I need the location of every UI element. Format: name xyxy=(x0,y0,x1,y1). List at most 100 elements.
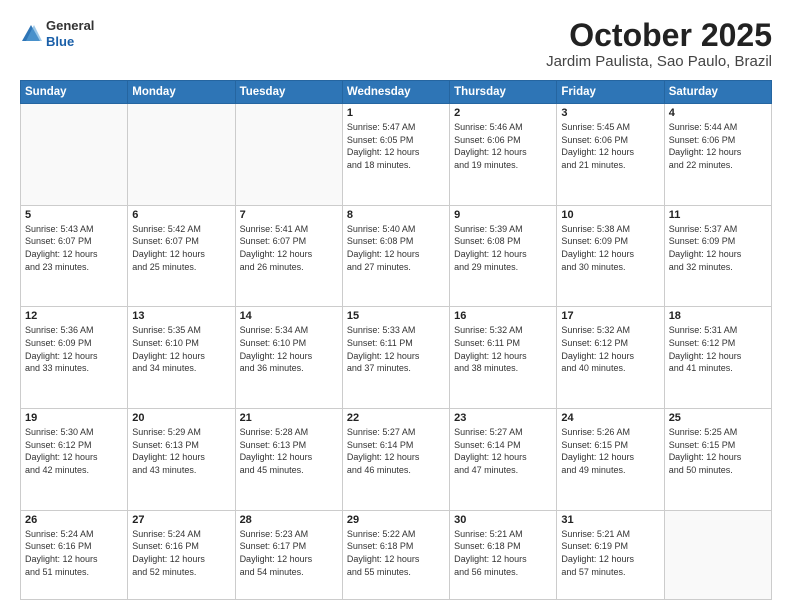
day-number: 24 xyxy=(561,412,659,424)
day-number: 16 xyxy=(454,310,552,322)
table-row: 6 Sunrise: 5:42 AM Sunset: 6:07 PM Daylig… xyxy=(128,205,235,307)
table-row: 10 Sunrise: 5:38 AM Sunset: 6:09 PM Dayli… xyxy=(557,205,664,307)
day-number: 31 xyxy=(561,514,659,526)
day-info: Sunrise: 5:33 AM Sunset: 6:11 PM Dayligh… xyxy=(347,324,445,374)
table-row: 28Sunrise: 5:23 AM Sunset: 6:17 PM Dayli… xyxy=(235,510,342,599)
title-section: October 2025 Jardim Paulista, Sao Paulo,… xyxy=(546,18,772,70)
day-number: 8 xyxy=(347,209,445,221)
table-row: 7 Sunrise: 5:41 AM Sunset: 6:07 PM Daylig… xyxy=(235,205,342,307)
day-info: Sunrise: 5:25 AM Sunset: 6:15 PM Dayligh… xyxy=(669,426,767,476)
day-info: Sunrise: 5:24 AM Sunset: 6:16 PM Dayligh… xyxy=(132,528,230,578)
weekday-saturday: Saturday xyxy=(664,81,771,104)
table-row: 14Sunrise: 5:34 AM Sunset: 6:10 PM Dayli… xyxy=(235,307,342,409)
logo-icon xyxy=(20,23,42,45)
table-row: 4Sunrise: 5:44 AM Sunset: 6:06 PM Daylig… xyxy=(664,104,771,206)
table-row: 26Sunrise: 5:24 AM Sunset: 6:16 PM Dayli… xyxy=(21,510,128,599)
calendar-week-4: 19 Sunrise: 5:30 AM Sunset: 6:12 PM Dayli… xyxy=(21,409,772,511)
table-row: 23 Sunrise: 5:27 AM Sunset: 6:14 PM Dayli… xyxy=(450,409,557,511)
table-row: 11Sunrise: 5:37 AM Sunset: 6:09 PM Dayli… xyxy=(664,205,771,307)
day-info: Sunrise: 5:21 AM Sunset: 6:19 PM Dayligh… xyxy=(561,528,659,578)
day-info: Sunrise: 5:37 AM Sunset: 6:09 PM Dayligh… xyxy=(669,223,767,273)
day-info: Sunrise: 5:43 AM Sunset: 6:07 PM Dayligh… xyxy=(25,223,123,273)
day-number: 23 xyxy=(454,412,552,424)
day-info: Sunrise: 5:46 AM Sunset: 6:06 PM Dayligh… xyxy=(454,121,552,171)
weekday-header-row: SundayMondayTuesdayWednesdayThursdayFrid… xyxy=(21,81,772,104)
logo-general-text: General xyxy=(46,18,94,34)
day-number: 20 xyxy=(132,412,230,424)
table-row xyxy=(235,104,342,206)
table-row: 12 Sunrise: 5:36 AM Sunset: 6:09 PM Dayli… xyxy=(21,307,128,409)
table-row xyxy=(21,104,128,206)
day-number: 1 xyxy=(347,107,445,119)
day-number: 3 xyxy=(561,107,659,119)
table-row: 9Sunrise: 5:39 AM Sunset: 6:08 PM Daylig… xyxy=(450,205,557,307)
day-info: Sunrise: 5:21 AM Sunset: 6:18 PM Dayligh… xyxy=(454,528,552,578)
weekday-wednesday: Wednesday xyxy=(342,81,449,104)
day-number: 13 xyxy=(132,310,230,322)
weekday-sunday: Sunday xyxy=(21,81,128,104)
day-info: Sunrise: 5:28 AM Sunset: 6:13 PM Dayligh… xyxy=(240,426,338,476)
weekday-monday: Monday xyxy=(128,81,235,104)
calendar-week-2: 5 Sunrise: 5:43 AM Sunset: 6:07 PM Daylig… xyxy=(21,205,772,307)
calendar-week-3: 12 Sunrise: 5:36 AM Sunset: 6:09 PM Dayli… xyxy=(21,307,772,409)
day-number: 4 xyxy=(669,107,767,119)
day-number: 29 xyxy=(347,514,445,526)
calendar-week-1: 1 Sunrise: 5:47 AM Sunset: 6:05 PM Daylig… xyxy=(21,104,772,206)
day-number: 27 xyxy=(132,514,230,526)
day-number: 10 xyxy=(561,209,659,221)
table-row: 13Sunrise: 5:35 AM Sunset: 6:10 PM Dayli… xyxy=(128,307,235,409)
day-info: Sunrise: 5:40 AM Sunset: 6:08 PM Dayligh… xyxy=(347,223,445,273)
location-subtitle: Jardim Paulista, Sao Paulo, Brazil xyxy=(546,53,772,70)
day-info: Sunrise: 5:29 AM Sunset: 6:13 PM Dayligh… xyxy=(132,426,230,476)
table-row: 20 Sunrise: 5:29 AM Sunset: 6:13 PM Dayli… xyxy=(128,409,235,511)
table-row: 25 Sunrise: 5:25 AM Sunset: 6:15 PM Dayli… xyxy=(664,409,771,511)
day-info: Sunrise: 5:27 AM Sunset: 6:14 PM Dayligh… xyxy=(347,426,445,476)
day-number: 18 xyxy=(669,310,767,322)
day-number: 12 xyxy=(25,310,123,322)
day-info: Sunrise: 5:41 AM Sunset: 6:07 PM Dayligh… xyxy=(240,223,338,273)
day-info: Sunrise: 5:38 AM Sunset: 6:09 PM Dayligh… xyxy=(561,223,659,273)
table-row: 15 Sunrise: 5:33 AM Sunset: 6:11 PM Dayli… xyxy=(342,307,449,409)
day-number: 28 xyxy=(240,514,338,526)
day-number: 6 xyxy=(132,209,230,221)
day-info: Sunrise: 5:31 AM Sunset: 6:12 PM Dayligh… xyxy=(669,324,767,374)
table-row: 5 Sunrise: 5:43 AM Sunset: 6:07 PM Daylig… xyxy=(21,205,128,307)
month-title: October 2025 xyxy=(546,18,772,53)
day-info: Sunrise: 5:36 AM Sunset: 6:09 PM Dayligh… xyxy=(25,324,123,374)
day-info: Sunrise: 5:32 AM Sunset: 6:11 PM Dayligh… xyxy=(454,324,552,374)
day-info: Sunrise: 5:27 AM Sunset: 6:14 PM Dayligh… xyxy=(454,426,552,476)
day-number: 5 xyxy=(25,209,123,221)
table-row: 8 Sunrise: 5:40 AM Sunset: 6:08 PM Daylig… xyxy=(342,205,449,307)
day-number: 7 xyxy=(240,209,338,221)
table-row: 30 Sunrise: 5:21 AM Sunset: 6:18 PM Dayli… xyxy=(450,510,557,599)
table-row: 17 Sunrise: 5:32 AM Sunset: 6:12 PM Dayli… xyxy=(557,307,664,409)
table-row: 18 Sunrise: 5:31 AM Sunset: 6:12 PM Dayli… xyxy=(664,307,771,409)
day-info: Sunrise: 5:32 AM Sunset: 6:12 PM Dayligh… xyxy=(561,324,659,374)
table-row: 21Sunrise: 5:28 AM Sunset: 6:13 PM Dayli… xyxy=(235,409,342,511)
page: General Blue October 2025 Jardim Paulist… xyxy=(0,0,792,612)
table-row: 27 Sunrise: 5:24 AM Sunset: 6:16 PM Dayli… xyxy=(128,510,235,599)
day-number: 2 xyxy=(454,107,552,119)
table-row: 22Sunrise: 5:27 AM Sunset: 6:14 PM Dayli… xyxy=(342,409,449,511)
day-number: 14 xyxy=(240,310,338,322)
header: General Blue October 2025 Jardim Paulist… xyxy=(20,18,772,70)
table-row: 1 Sunrise: 5:47 AM Sunset: 6:05 PM Daylig… xyxy=(342,104,449,206)
table-row xyxy=(664,510,771,599)
day-info: Sunrise: 5:26 AM Sunset: 6:15 PM Dayligh… xyxy=(561,426,659,476)
day-info: Sunrise: 5:30 AM Sunset: 6:12 PM Dayligh… xyxy=(25,426,123,476)
weekday-friday: Friday xyxy=(557,81,664,104)
day-info: Sunrise: 5:45 AM Sunset: 6:06 PM Dayligh… xyxy=(561,121,659,171)
logo-blue-text: Blue xyxy=(46,34,94,50)
day-number: 19 xyxy=(25,412,123,424)
table-row: 19 Sunrise: 5:30 AM Sunset: 6:12 PM Dayli… xyxy=(21,409,128,511)
day-number: 9 xyxy=(454,209,552,221)
table-row xyxy=(128,104,235,206)
day-number: 15 xyxy=(347,310,445,322)
day-info: Sunrise: 5:47 AM Sunset: 6:05 PM Dayligh… xyxy=(347,121,445,171)
table-row: 3 Sunrise: 5:45 AM Sunset: 6:06 PM Daylig… xyxy=(557,104,664,206)
day-number: 25 xyxy=(669,412,767,424)
day-number: 30 xyxy=(454,514,552,526)
day-info: Sunrise: 5:42 AM Sunset: 6:07 PM Dayligh… xyxy=(132,223,230,273)
table-row: 16 Sunrise: 5:32 AM Sunset: 6:11 PM Dayli… xyxy=(450,307,557,409)
day-number: 17 xyxy=(561,310,659,322)
